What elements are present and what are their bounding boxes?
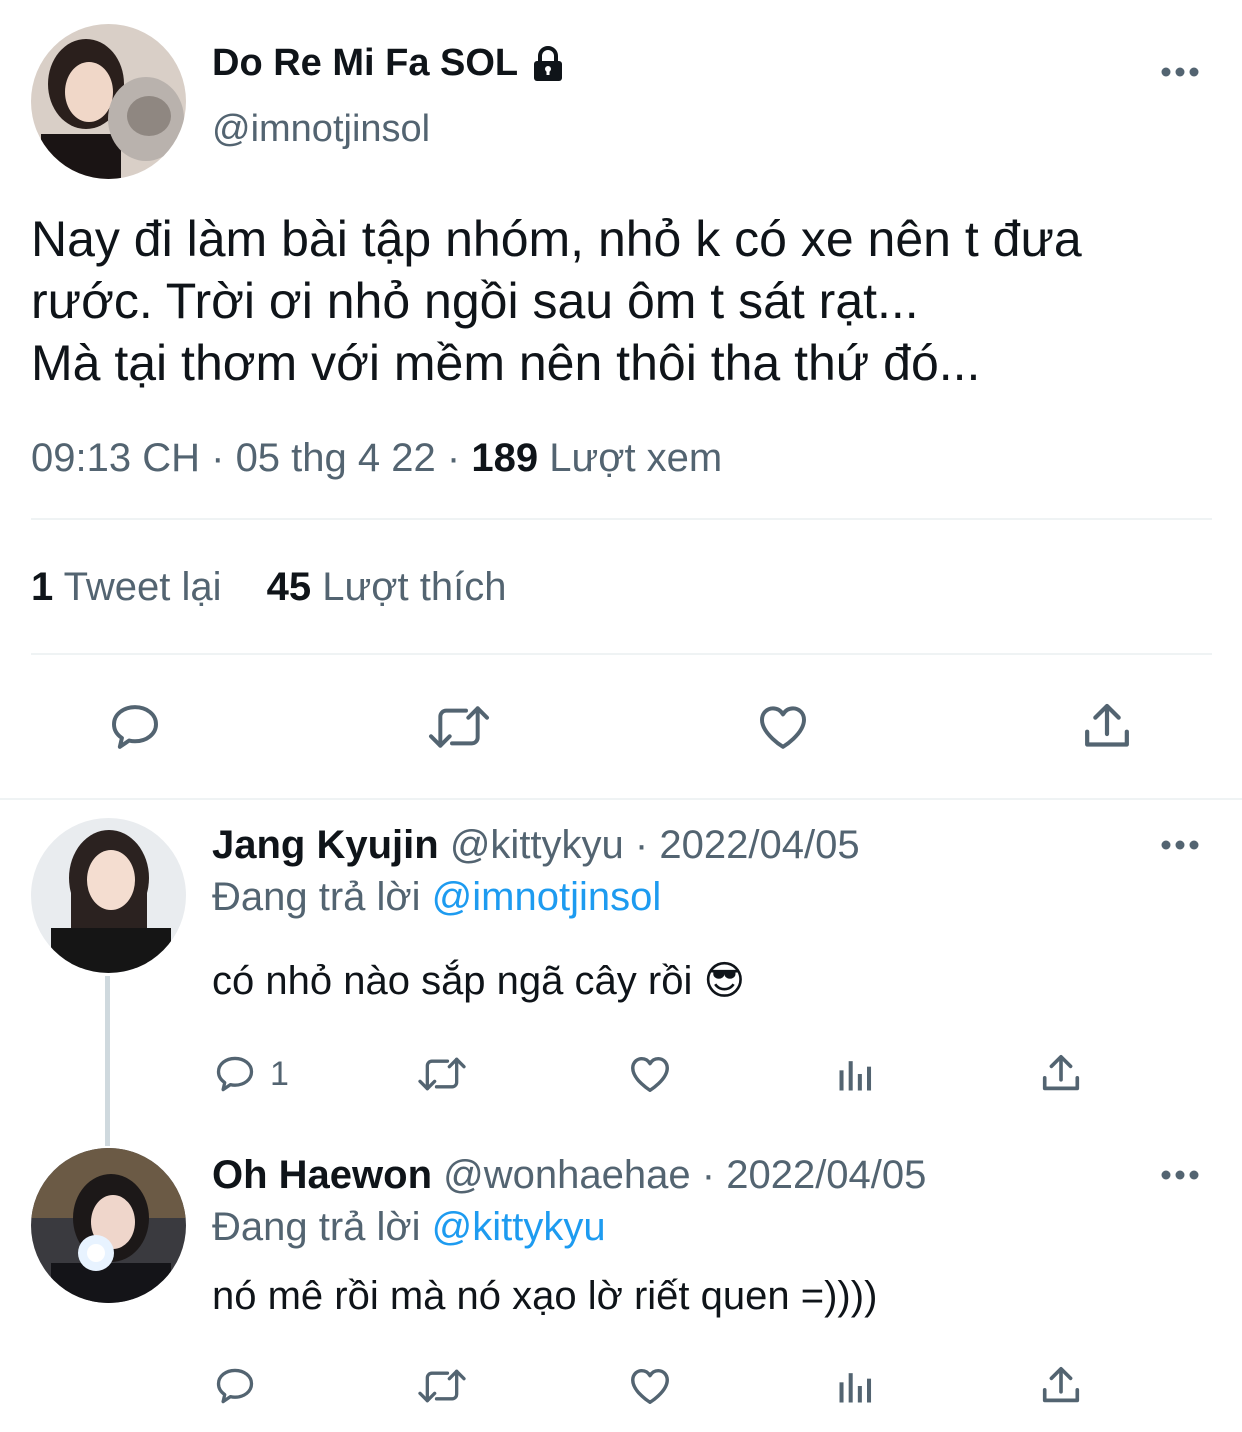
reply-handle[interactable]: @wonhaehae: [443, 1153, 690, 1197]
share-button[interactable]: [1036, 1362, 1086, 1410]
separator-dot: ·: [634, 823, 649, 867]
reply-avatar[interactable]: [31, 1148, 186, 1303]
author-display-name[interactable]: Do Re Mi Fa SOL: [212, 42, 518, 85]
views-count: 189: [471, 436, 539, 480]
retweet-button[interactable]: [414, 1362, 470, 1410]
reply-display-name[interactable]: Jang Kyujin: [212, 823, 439, 867]
like-icon: [760, 706, 806, 749]
author-avatar[interactable]: [31, 24, 186, 179]
like-button[interactable]: [624, 1362, 676, 1410]
reply-button[interactable]: [100, 695, 170, 759]
retweet-icon: [418, 1057, 466, 1091]
like-button[interactable]: [624, 1050, 676, 1098]
separator-dot: ·: [446, 436, 461, 480]
divider: [31, 518, 1212, 520]
reply-date[interactable]: 2022/04/05: [659, 823, 859, 867]
replying-to-handle[interactable]: @imnotjinsol: [432, 875, 662, 919]
more-options-icon[interactable]: [1156, 62, 1204, 82]
divider: [31, 653, 1212, 655]
analytics-icon: [839, 1061, 872, 1091]
replying-to: Đang trả lời @kittykyu: [212, 1205, 606, 1250]
retweets-stat[interactable]: 1 Tweet lại: [31, 565, 233, 609]
share-icon: [1085, 703, 1129, 747]
share-icon: [1042, 1054, 1080, 1091]
likes-label: Lượt thích: [322, 565, 507, 609]
replying-label: Đang trả lời: [212, 875, 421, 919]
reply-display-name[interactable]: Oh Haewon: [212, 1153, 432, 1197]
tweet-text: Nay đi làm bài tập nhóm, nhỏ k có xe nên…: [31, 211, 1082, 391]
tweet-time[interactable]: 09:13 CH: [31, 436, 200, 480]
retweets-count: 1: [31, 565, 54, 609]
analytics-icon: [839, 1373, 872, 1403]
reply-header: Oh Haewon @wonhaehae · 2022/04/05: [212, 1153, 926, 1198]
retweet-button[interactable]: [422, 695, 496, 759]
like-icon: [631, 1368, 669, 1405]
reply-avatar[interactable]: [31, 818, 186, 973]
reply-icon: [216, 1368, 254, 1404]
more-options-icon[interactable]: [1156, 835, 1204, 855]
likes-stat[interactable]: 45 Lượt thích: [267, 565, 507, 609]
author-handle[interactable]: @imnotjinsol: [212, 108, 430, 151]
analytics-button[interactable]: [832, 1362, 880, 1410]
engagement-stats: 1 Tweet lại 45 Lượt thích: [31, 565, 506, 610]
like-button[interactable]: [748, 695, 818, 759]
replying-to: Đang trả lời @imnotjinsol: [212, 875, 661, 920]
likes-count: 45: [266, 565, 312, 609]
retweet-icon: [429, 706, 489, 748]
share-button[interactable]: [1072, 695, 1142, 759]
reply-count: 1: [270, 1054, 289, 1093]
thread-line: [105, 976, 110, 1146]
reply-date[interactable]: 2022/04/05: [726, 1153, 926, 1197]
retweet-button[interactable]: [414, 1050, 470, 1098]
like-icon: [631, 1056, 669, 1093]
share-icon: [1042, 1366, 1080, 1403]
replying-label: Đang trả lời: [212, 1205, 421, 1249]
share-button[interactable]: [1036, 1050, 1086, 1098]
section-divider: [0, 798, 1242, 800]
reply-icon: [216, 1056, 254, 1092]
more-options-icon[interactable]: [1156, 1165, 1204, 1185]
reply-text: có nhỏ nào sắp ngã cây rồi 😎: [212, 959, 746, 1003]
reply-icon: [112, 705, 158, 749]
reply-header: Jang Kyujin @kittykyu · 2022/04/05: [212, 823, 860, 868]
retweet-icon: [418, 1369, 466, 1403]
separator-dot: ·: [701, 1153, 716, 1197]
protected-lock-icon: [528, 44, 568, 84]
reply-button[interactable]: 1: [212, 1050, 289, 1098]
views-label: Lượt xem: [549, 436, 723, 480]
tweet-metadata: 09:13 CH · 05 thg 4 22 · 189 Lượt xem: [31, 436, 722, 481]
reply-text: nó mê rồi mà nó xạo lờ riết quen =)))): [212, 1274, 878, 1318]
retweets-label: Tweet lại: [63, 565, 222, 609]
reply-handle[interactable]: @kittykyu: [450, 823, 624, 867]
replying-to-handle[interactable]: @kittykyu: [432, 1205, 606, 1249]
tweet-date[interactable]: 05 thg 4 22: [236, 436, 436, 480]
analytics-button[interactable]: [832, 1050, 880, 1098]
reply-button[interactable]: [212, 1362, 270, 1410]
separator-dot: ·: [211, 436, 225, 480]
